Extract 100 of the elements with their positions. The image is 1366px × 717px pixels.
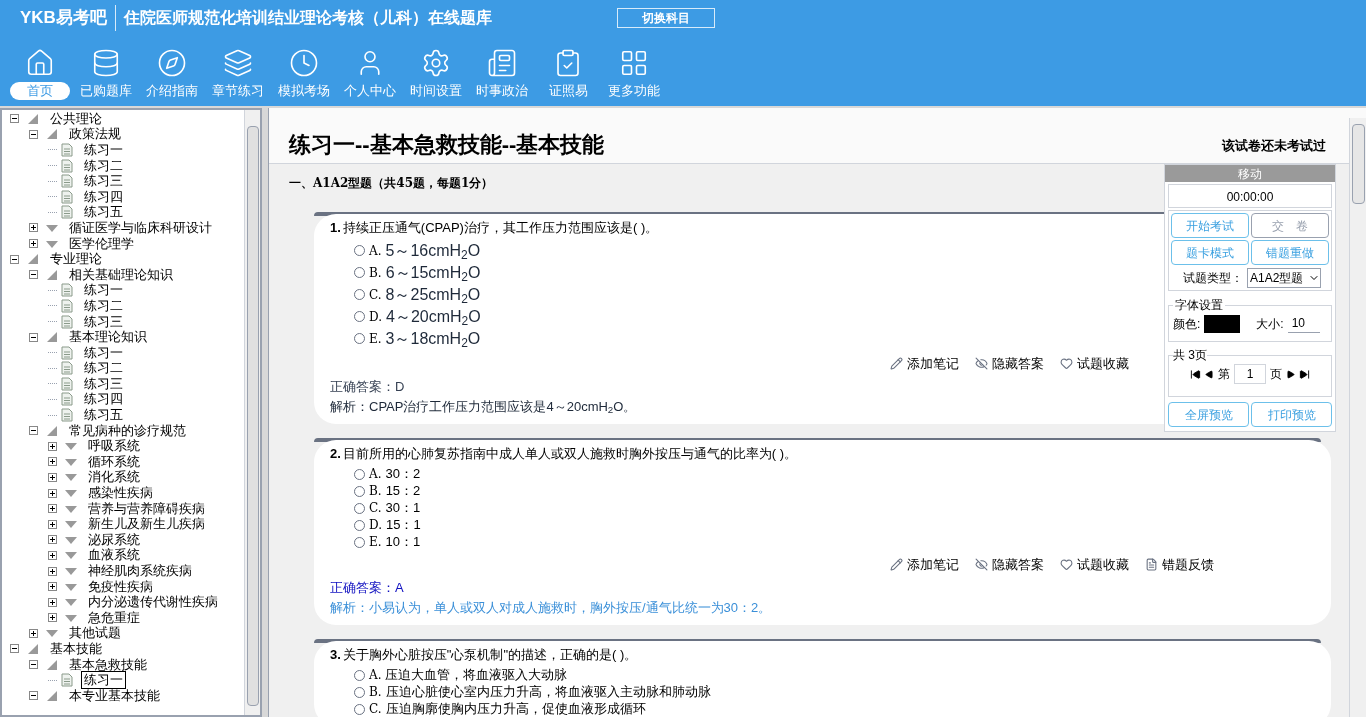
tree-item[interactable]: 基本技能 bbox=[47, 640, 105, 658]
expand-toggle-icon[interactable] bbox=[48, 457, 57, 467]
tree-item[interactable]: 练习一 bbox=[81, 671, 126, 690]
radio-button[interactable] bbox=[354, 311, 365, 322]
scrollbar[interactable] bbox=[244, 110, 260, 715]
action-link[interactable]: 隐藏答案 bbox=[975, 554, 1044, 574]
option-text: 15：2 bbox=[385, 482, 421, 501]
radio-button[interactable] bbox=[354, 468, 365, 480]
collapse-toggle-icon[interactable] bbox=[10, 114, 19, 124]
radio-button[interactable] bbox=[354, 502, 365, 514]
option-letter: A. bbox=[369, 242, 382, 260]
expand-toggle-icon[interactable] bbox=[29, 628, 38, 638]
radio-button[interactable] bbox=[354, 703, 365, 715]
tree-item[interactable]: 神经肌肉系统疾病 bbox=[85, 562, 195, 580]
document-icon bbox=[61, 345, 73, 360]
type-dropdown[interactable]: A1A2型题 bbox=[1247, 268, 1321, 288]
option-text: 30：2 bbox=[385, 465, 421, 484]
action-link[interactable]: 错题反馈 bbox=[1145, 554, 1214, 574]
action-link[interactable]: 隐藏答案 bbox=[975, 353, 1044, 373]
down-triangle-icon bbox=[65, 503, 77, 514]
expand-toggle-icon[interactable] bbox=[48, 550, 57, 560]
tree-item[interactable]: 消化系统 bbox=[85, 468, 143, 487]
app-logo: YKB易考吧 bbox=[20, 5, 116, 31]
radio-button[interactable] bbox=[354, 289, 365, 300]
option-text: 15：1 bbox=[386, 516, 421, 535]
option-letter: D. bbox=[369, 308, 382, 326]
question-text: 目前所用的心肺复苏指南中成人单人或双人施救时胸外按压与通气的比率为( )。 bbox=[342, 445, 798, 463]
expand-toggle-icon[interactable] bbox=[48, 566, 57, 576]
expand-toggle-icon[interactable] bbox=[48, 472, 57, 482]
collapse-toggle-icon[interactable] bbox=[10, 644, 19, 654]
content-scrollbar[interactable] bbox=[1349, 118, 1366, 717]
action-link[interactable]: 试题收藏 bbox=[1060, 554, 1129, 574]
action-link[interactable]: 添加笔记 bbox=[890, 554, 959, 574]
tree-item[interactable]: 血液系统 bbox=[85, 546, 143, 565]
collapse-toggle-icon[interactable] bbox=[10, 254, 19, 264]
expand-toggle-icon[interactable] bbox=[29, 239, 38, 249]
action-link[interactable]: 试题收藏 bbox=[1060, 353, 1129, 373]
tree-item[interactable]: 其他试题 bbox=[66, 624, 124, 643]
size-label: 大小: bbox=[1256, 315, 1284, 333]
clock-icon[interactable] bbox=[289, 48, 319, 78]
radio-button[interactable] bbox=[354, 333, 365, 344]
tree-item[interactable]: 医学伦理学 bbox=[66, 234, 137, 253]
collapse-toggle-icon[interactable] bbox=[29, 270, 38, 280]
tree-item[interactable]: 免疫性疾病 bbox=[85, 577, 156, 596]
option-text: 压迫心脏使心室内压力升高，将血液驱入主动脉和肺动脉 bbox=[385, 683, 711, 702]
triangle-icon bbox=[46, 425, 58, 436]
collapse-toggle-icon[interactable] bbox=[29, 691, 38, 701]
radio-button[interactable] bbox=[354, 669, 365, 681]
exam-status: 该试卷还未考试过 bbox=[1222, 136, 1326, 155]
radio-button[interactable] bbox=[354, 485, 365, 497]
action-link[interactable]: 添加笔记 bbox=[890, 353, 959, 373]
expand-toggle-icon[interactable] bbox=[48, 488, 57, 498]
expand-toggle-icon[interactable] bbox=[48, 582, 57, 592]
pencil-icon bbox=[890, 557, 903, 571]
tree-item[interactable]: 政策法规 bbox=[66, 125, 124, 144]
compass-icon[interactable] bbox=[157, 48, 187, 78]
expand-toggle-icon[interactable] bbox=[48, 504, 57, 514]
tree-item[interactable]: 练习二 bbox=[81, 156, 126, 175]
radio-button[interactable] bbox=[354, 267, 365, 278]
home-icon[interactable] bbox=[25, 48, 55, 78]
newspaper-icon[interactable] bbox=[487, 48, 517, 78]
settings-icon[interactable] bbox=[421, 48, 451, 78]
timer: 00:00:00 bbox=[1168, 184, 1332, 208]
tree-item[interactable]: 公共理论 bbox=[47, 110, 105, 128]
next-page-icon[interactable] bbox=[1286, 369, 1295, 379]
radio-button[interactable] bbox=[354, 245, 365, 256]
expand-toggle-icon[interactable] bbox=[48, 613, 57, 623]
expand-toggle-icon[interactable] bbox=[29, 223, 38, 233]
question-text: 持续正压通气(CPAP)治疗，其工作压力范围应该是( )。 bbox=[342, 219, 659, 237]
font-color-swatch[interactable] bbox=[1204, 314, 1241, 333]
document-icon bbox=[61, 673, 73, 688]
tree-item[interactable]: 练习三 bbox=[81, 312, 126, 331]
collapse-toggle-icon[interactable] bbox=[29, 129, 38, 139]
page-field[interactable]: 1 bbox=[1234, 364, 1266, 384]
expand-toggle-icon[interactable] bbox=[48, 535, 57, 545]
expand-toggle-icon[interactable] bbox=[48, 441, 57, 451]
tree-item[interactable]: 练习四 bbox=[81, 390, 126, 409]
collapse-toggle-icon[interactable] bbox=[29, 426, 38, 436]
font-size-field[interactable]: 10 bbox=[1287, 314, 1320, 333]
document-icon bbox=[61, 392, 73, 407]
expand-toggle-icon[interactable] bbox=[48, 519, 57, 529]
grid-icon[interactable] bbox=[619, 48, 649, 78]
radio-button[interactable] bbox=[354, 519, 365, 531]
correct-answer: 正确答案：A bbox=[330, 579, 404, 597]
option-text: 压迫大血管，将血液驱入大动脉 bbox=[385, 666, 568, 685]
down-triangle-icon bbox=[65, 456, 77, 467]
layers-icon[interactable] bbox=[223, 48, 253, 78]
tree-item[interactable]: 练习一 bbox=[81, 141, 126, 159]
database-icon[interactable] bbox=[91, 48, 121, 78]
previous-page-icon[interactable] bbox=[1205, 369, 1214, 379]
collapse-toggle-icon[interactable] bbox=[29, 332, 38, 342]
first-page-icon[interactable] bbox=[1190, 368, 1201, 380]
expand-toggle-icon[interactable] bbox=[48, 597, 57, 607]
last-page-icon[interactable] bbox=[1299, 368, 1310, 380]
tree-item[interactable]: 基本急救技能 bbox=[66, 655, 150, 674]
collapse-toggle-icon[interactable] bbox=[29, 660, 38, 670]
triangle-icon bbox=[27, 113, 39, 124]
radio-button[interactable] bbox=[354, 536, 365, 548]
radio-button[interactable] bbox=[354, 686, 365, 698]
correct-answer: 正确答案：D bbox=[330, 378, 405, 396]
